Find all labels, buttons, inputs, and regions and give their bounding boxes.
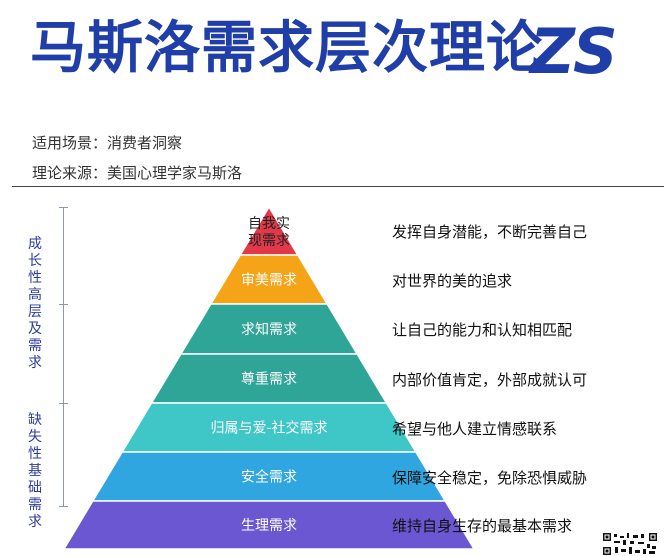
pyramid-level-1-label-line-2: 现需求 [248, 233, 290, 249]
level-4-description: 内部价值肯定，外部成就认可 [392, 370, 588, 389]
qr-code [602, 532, 658, 556]
pyramid-level-2-label: 审美需求 [241, 273, 297, 289]
pyramid-level-7-label: 生理需求 [241, 518, 297, 534]
pyramid-level-1-label-line-1: 自我实 [248, 216, 290, 232]
pyramid-level-5-label: 归属与爱-社交需求 [210, 420, 327, 437]
level-1-description: 发挥自身潜能，不断完善自己 [392, 223, 588, 241]
pyramid-level-4-label: 尊重需求 [241, 371, 297, 388]
pyramid-level-3-label: 求知需求 [241, 321, 297, 338]
level-6-description: 保障安全稳定，免除恐惧威胁 [392, 468, 588, 487]
level-3-description: 让自己的能力和认知相匹配 [392, 321, 573, 339]
level-7-description: 维持自身生存的最基本需求 [392, 517, 573, 535]
pyramid-level-6-label: 安全需求 [241, 469, 297, 486]
level-5-description: 希望与他人建立情感联系 [392, 419, 558, 438]
level-2-description: 对世界的美的追求 [392, 271, 513, 290]
